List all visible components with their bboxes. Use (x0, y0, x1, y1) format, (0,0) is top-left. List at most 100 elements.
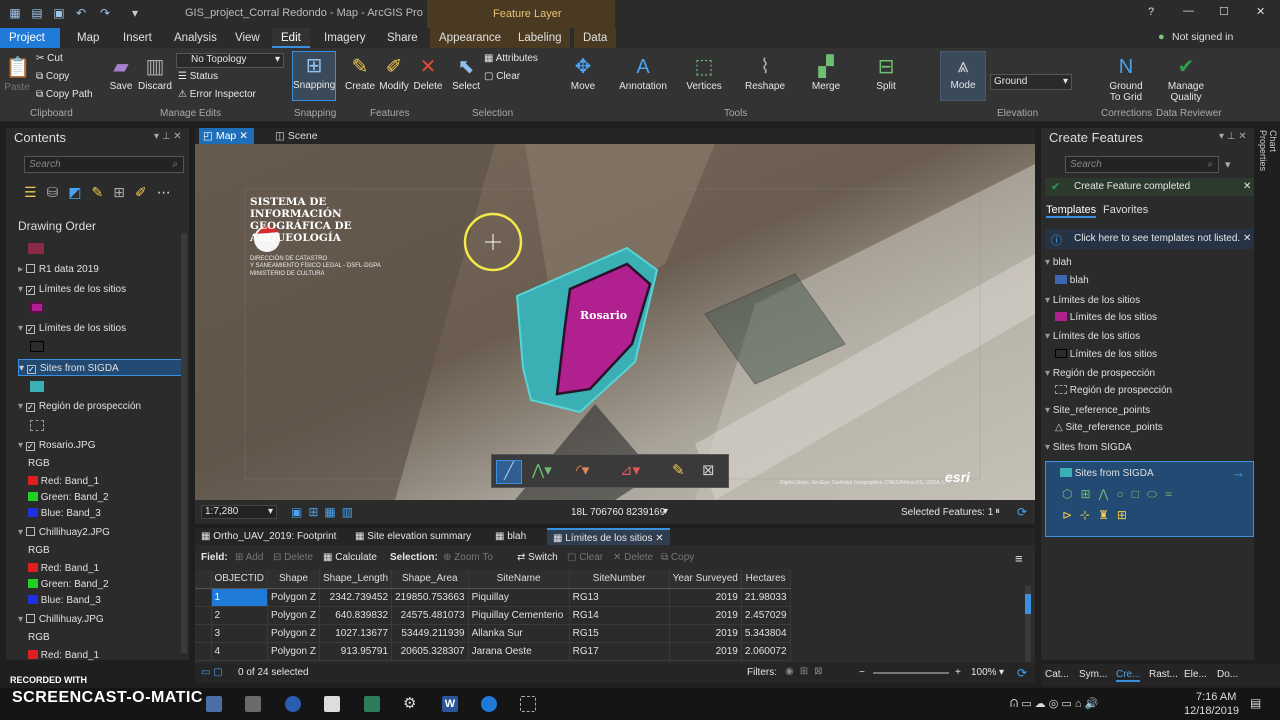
tab-share[interactable]: Share (378, 28, 427, 48)
paste-button[interactable]: 📋 Paste (4, 54, 30, 93)
topology-select[interactable]: No Topology ▾ (176, 53, 284, 68)
template-item-limites-1[interactable]: Límites de los sitios (1055, 309, 1157, 326)
app-icon[interactable] (245, 696, 261, 712)
map-canvas[interactable]: SISTEMA DE INFORMACIÓN GEOGRÁFICA DE ARQ… (195, 144, 1035, 500)
map-navigation-icons[interactable]: ▣⊞▦▥ (291, 505, 359, 519)
toc-item-limites-2[interactable]: ▾ ✓ Límites de los sitios (18, 320, 126, 337)
edit-view-icon[interactable]: ✎ (92, 184, 114, 200)
tab-appearance[interactable]: Appearance (430, 28, 511, 48)
save-project-icon[interactable]: ▣ (52, 6, 66, 20)
file-explorer-icon[interactable] (206, 696, 222, 712)
trace-tool-icon[interactable]: ⊿▾ (620, 461, 640, 479)
list-by-drawing-order-icon[interactable]: ☰ (24, 184, 47, 200)
annotation-button[interactable]: A Annotation (617, 53, 669, 92)
scale-select[interactable]: 1:7,280 ▾ (201, 505, 277, 519)
table-row[interactable]: 1 Polygon Z 2342.739452 219850.753663 Piquil… (195, 588, 791, 607)
layer-checkbox[interactable]: ✓ (25, 403, 35, 412)
select-button[interactable]: ⬉ Select (451, 53, 481, 92)
polygon-construction-tools[interactable]: ⬡⊞⋀○□⬭≈ (1062, 487, 1180, 502)
tab-blah[interactable]: ▦ blah (495, 531, 526, 542)
pane-menu-icon[interactable]: ▾ ⊥ ✕ (1219, 131, 1247, 142)
tab-templates[interactable]: Templates (1046, 204, 1097, 218)
toc-item-chillihuay2-jpg[interactable]: ▾ Chillihuay2.JPG (18, 524, 110, 541)
table-zoom-slider[interactable] (873, 672, 949, 674)
toc-item-chillihuay-jpg[interactable]: ▾ Chillihuay.JPG (18, 611, 104, 628)
table-row[interactable]: 3 Polygon Z 1027.13677 53449.211939 Allanka … (195, 624, 791, 643)
add-field-button[interactable]: ⊞ Add (235, 552, 263, 563)
contents-scrollbar[interactable] (181, 233, 187, 653)
redo-icon[interactable]: ↷ (98, 6, 112, 20)
tab-edit[interactable]: Edit (272, 28, 310, 48)
vertices-button[interactable]: ⬚ Vertices (684, 53, 724, 92)
tab-imagery[interactable]: Imagery (315, 28, 375, 48)
split-button[interactable]: ⊟ Split (870, 53, 902, 92)
table-row[interactable]: 4 Polygon Z 913.95791 20605.328307 Jarana Oe… (195, 642, 791, 661)
tab-map[interactable]: Map (68, 28, 108, 48)
reshape-button[interactable]: ⌇ Reshape (744, 53, 786, 92)
chart-properties-side-tab[interactable]: Chart Properties (1258, 130, 1278, 190)
layer-checkbox[interactable] (25, 614, 35, 623)
contents-search-input[interactable]: Search ⌕ (24, 156, 184, 173)
tab-labeling[interactable]: Labeling (509, 28, 571, 48)
switch-selection-button[interactable]: ⇄ Switch (517, 552, 558, 563)
language-icon[interactable] (285, 696, 301, 712)
finish-sketch-icon[interactable]: ✎ (672, 461, 685, 479)
snipping-icon[interactable] (520, 696, 536, 712)
template-item-site-reference-points[interactable]: △ Site_reference_points (1055, 419, 1163, 436)
dismiss-banner-icon[interactable]: ✕ (1243, 181, 1251, 192)
template-item-region[interactable]: Región de prospección (1055, 382, 1172, 399)
copy-path-button[interactable]: ⧉ Copy Path (36, 89, 93, 100)
word-icon[interactable]: W (442, 696, 458, 712)
manage-quality-button[interactable]: ✔ Manage Quality (1163, 53, 1209, 103)
template-item-blah[interactable]: blah (1055, 272, 1089, 289)
ground-to-grid-button[interactable]: N Ground To Grid (1104, 53, 1148, 103)
toc-item-region-prospeccion[interactable]: ▾ ✓ Región de prospección (18, 398, 141, 415)
toc-item-sites-from-sigda[interactable]: ▾ ✓ Sites from SIGDA (18, 359, 184, 376)
tab-view[interactable]: View (226, 28, 269, 48)
more-options-icon[interactable]: ⋯ (157, 184, 181, 200)
line-tool-icon[interactable]: ⋀▾ (532, 461, 552, 479)
templates-search-input[interactable]: Search ⌕ (1065, 156, 1219, 173)
delete-field-button[interactable]: ⊟ Delete (273, 552, 313, 563)
column-header[interactable]: SiteName (468, 570, 570, 589)
undo-icon[interactable]: ↶ (74, 6, 88, 20)
minimize-button[interactable]: — (1183, 5, 1194, 17)
dock-tab-create[interactable]: Cre... (1116, 669, 1141, 682)
refresh-table-icon[interactable]: ⟳ (1017, 666, 1027, 680)
calculate-button[interactable]: ▦ Calculate (323, 552, 377, 563)
attributes-button[interactable]: ▦ Attributes (484, 53, 538, 64)
snapping-view-icon[interactable]: ⊞ (113, 184, 135, 200)
clear-selection-button[interactable]: ▢ Clear (484, 71, 520, 82)
merge-button[interactable]: ▞ Merge (808, 53, 844, 92)
map-view-tab[interactable]: ◰ Map ✕ (199, 128, 254, 144)
tab-analysis[interactable]: Analysis (165, 28, 226, 48)
signin-status[interactable]: Not signed in (1172, 31, 1233, 43)
arrow-right-icon[interactable]: → (1232, 465, 1245, 480)
dock-tab-elevation[interactable]: Ele... (1184, 669, 1207, 680)
template-group-region[interactable]: ▾ Región de prospección (1045, 365, 1155, 382)
help-button[interactable]: ? (1148, 6, 1154, 18)
pane-menu-icon[interactable]: ▾ ⊥ ✕ (154, 131, 182, 142)
dock-tab-symbology[interactable]: Sym... (1079, 669, 1107, 680)
column-header[interactable]: Shape (267, 570, 320, 589)
dropdown-arrow-icon[interactable]: ▾ (1225, 158, 1231, 171)
contents-toolbar[interactable]: ☰⛁◩✎⊞✐⋯ (24, 184, 181, 201)
column-header[interactable]: Shape_Length (319, 570, 393, 589)
tab-insert[interactable]: Insert (114, 28, 161, 48)
column-header[interactable]: Shape_Area (391, 570, 469, 589)
app-icon-2[interactable] (324, 696, 340, 712)
status-button[interactable]: ☰ Status (178, 71, 218, 82)
move-button[interactable]: ✥ Move (566, 53, 600, 92)
error-inspector-button[interactable]: ⚠ Error Inspector (178, 89, 256, 100)
table-view-icon[interactable]: ▭ ▢ (201, 667, 223, 678)
table-zoom-level[interactable]: 100% (971, 667, 997, 678)
column-header[interactable]: Hectares (741, 570, 791, 589)
scene-view-tab[interactable]: ◫ Scene (275, 128, 318, 144)
mode-button[interactable]: ⩓ Mode (940, 51, 986, 101)
templates-info-banner[interactable]: ⓘ Click here to see templates not listed… (1045, 229, 1254, 249)
toc-item-r1-data[interactable]: ▸ R1 data 2019 (18, 261, 99, 278)
zoom-in-icon[interactable]: + (955, 667, 961, 678)
arc-tool-icon[interactable]: ◜▾ (576, 461, 589, 479)
app-icon-3[interactable] (364, 696, 380, 712)
selection-view-icon[interactable]: ◩ (68, 184, 91, 200)
